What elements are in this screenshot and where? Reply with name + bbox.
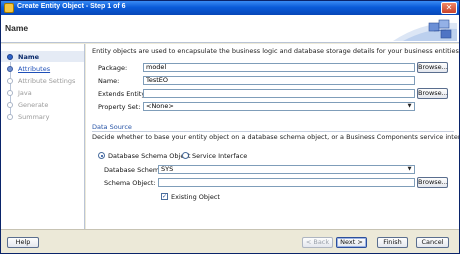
nav-step-java: Java <box>1 87 84 98</box>
next-button[interactable]: Next > <box>336 237 367 248</box>
schema-object-label: Schema Object: <box>104 179 156 187</box>
cancel-button[interactable]: Cancel <box>416 237 449 248</box>
step-title: Name <box>5 23 29 33</box>
section-divider <box>92 131 454 132</box>
package-label: Package: <box>98 64 128 72</box>
app-icon <box>4 3 14 13</box>
property-set-dropdown[interactable]: <None> ▼ <box>143 102 415 111</box>
button-bar: Help < Back Next > Finish Cancel <box>1 229 459 253</box>
nav-step-label: Attributes <box>18 65 51 73</box>
nav-step-summary: Summary <box>1 111 84 122</box>
existing-object-label: Existing Object <box>171 193 220 201</box>
name-label: Name: <box>98 77 120 85</box>
step-icon <box>7 90 13 96</box>
window-title: Create Entity Object - Step 1 of 6 <box>17 3 126 10</box>
step-icon <box>7 78 13 84</box>
service-interface-radio[interactable] <box>182 152 189 159</box>
package-field[interactable]: model <box>143 63 415 72</box>
wizard-step-nav: Name Attributes Attribute Settings Java … <box>1 44 85 229</box>
nav-step-label: Java <box>18 89 32 97</box>
nav-step-label: Summary <box>18 113 50 121</box>
header-banner-icon <box>393 17 457 41</box>
extends-browse-button[interactable]: Browse... <box>417 88 448 99</box>
name-field[interactable]: TestEO <box>143 76 415 85</box>
schema-object-field[interactable] <box>158 178 415 187</box>
step-active-icon <box>7 54 13 60</box>
property-set-label: Property Set: <box>98 103 141 111</box>
package-browse-button[interactable]: Browse... <box>417 62 448 73</box>
help-button[interactable]: Help <box>7 237 39 248</box>
step-content: Entity objects are used to encapsulate t… <box>86 44 460 229</box>
schema-object-browse-button[interactable]: Browse... <box>417 177 448 188</box>
service-interface-label: Service Interface <box>192 152 248 160</box>
title-bar[interactable]: Create Entity Object - Step 1 of 6 ✕ <box>1 1 459 15</box>
wizard-dialog: Create Entity Object - Step 1 of 6 ✕ Nam… <box>0 0 460 254</box>
close-button[interactable]: ✕ <box>441 2 457 14</box>
nav-step-attribute-settings: Attribute Settings <box>1 75 84 86</box>
data-source-heading: Data Source <box>92 123 132 131</box>
nav-step-name[interactable]: Name <box>1 51 84 62</box>
existing-object-checkbox[interactable]: ✓ <box>161 193 168 200</box>
extends-entity-label: Extends Entity: <box>98 90 147 98</box>
finish-button[interactable]: Finish <box>377 237 408 248</box>
nav-step-label: Generate <box>18 101 49 109</box>
database-schema-dropdown[interactable]: SYS ▼ <box>158 165 415 174</box>
database-schema-label: Database Schema: <box>104 166 166 174</box>
step-header: Name <box>1 15 459 43</box>
extends-entity-field[interactable] <box>143 89 415 98</box>
nav-step-generate: Generate <box>1 99 84 110</box>
data-source-description: Decide whether to base your entity objec… <box>92 133 460 141</box>
chevron-down-icon: ▼ <box>407 166 412 172</box>
database-schema-object-radio[interactable] <box>98 152 105 159</box>
chevron-down-icon: ▼ <box>407 103 412 109</box>
step-icon <box>7 114 13 120</box>
database-schema-object-label: Database Schema Object <box>108 152 191 160</box>
back-button: < Back <box>302 237 333 248</box>
step-icon <box>7 102 13 108</box>
nav-step-label: Attribute Settings <box>18 77 76 85</box>
intro-text: Entity objects are used to encapsulate t… <box>92 47 460 55</box>
property-set-value: <None> <box>146 102 174 110</box>
nav-step-attributes[interactable]: Attributes <box>1 63 84 74</box>
step-icon <box>7 66 13 72</box>
database-schema-value: SYS <box>161 165 174 173</box>
nav-step-label: Name <box>18 53 40 61</box>
